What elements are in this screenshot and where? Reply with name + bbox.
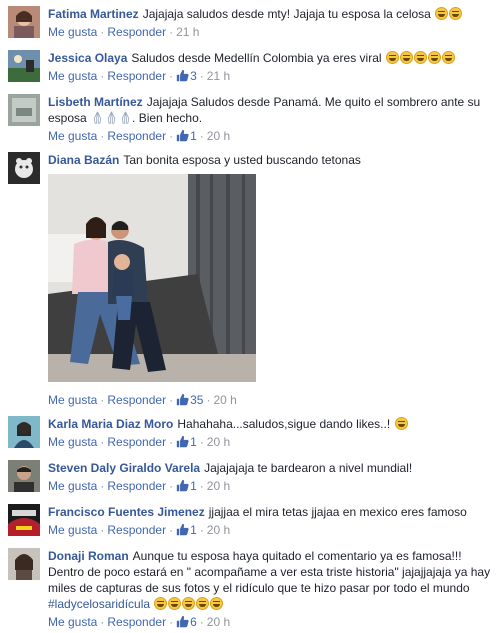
laughing-emoji-icon	[399, 51, 413, 64]
comment-text: Francisco Fuentes Jimenez jjajjaa el mira…	[48, 505, 467, 519]
reply-button[interactable]: Responder	[107, 25, 166, 39]
comment-text: Fatima Martinez Jajajaja saludos desde mt…	[48, 6, 492, 22]
comment-photo[interactable]	[48, 174, 256, 382]
timestamp[interactable]: 20 h	[207, 523, 230, 537]
comment-actions: Me gusta · Responder · 1 · 20 h	[48, 523, 231, 537]
comment-text: Donaji Roman Aunque tu esposa haya quitad…	[48, 549, 491, 611]
comment: Karla Maria Diaz Moro Hahahaha...saludos,…	[0, 414, 500, 454]
comment-author[interactable]: Steven Daly Giraldo Varela	[48, 461, 200, 475]
avatar[interactable]	[8, 416, 40, 448]
praying-hands-icon	[107, 111, 116, 124]
like-button[interactable]: Me gusta	[48, 129, 97, 143]
like-count[interactable]: 1	[176, 479, 197, 493]
laughing-emoji-icon	[182, 597, 196, 610]
avatar[interactable]	[8, 6, 40, 38]
laughing-emoji-icon	[210, 597, 224, 610]
like-count[interactable]: 3	[176, 69, 197, 83]
avatar[interactable]	[8, 460, 40, 492]
laughing-emoji-icon	[196, 597, 210, 610]
comment-text: Karla Maria Diaz Moro Hahahaha...saludos,…	[48, 416, 492, 432]
like-button[interactable]: Me gusta	[48, 615, 97, 629]
thumbs-up-icon	[176, 479, 189, 492]
like-button[interactable]: Me gusta	[48, 523, 97, 537]
timestamp[interactable]: 20 h	[207, 479, 230, 493]
laughing-emoji-icon	[441, 51, 455, 64]
reply-button[interactable]: Responder	[107, 129, 166, 143]
thumbs-up-icon	[176, 615, 189, 628]
comment-actions: Me gusta · Responder · 21 h	[48, 25, 200, 39]
like-button[interactable]: Me gusta	[48, 25, 97, 39]
avatar[interactable]	[8, 50, 40, 82]
like-count[interactable]: 1	[176, 435, 197, 449]
comment: Steven Daly Giraldo Varela Jajajajaja te …	[0, 458, 500, 498]
comment-text: Lisbeth Martínez Jajajaja Saludos desde P…	[48, 95, 481, 125]
comment-author[interactable]: Jessica Olaya	[48, 51, 127, 65]
thumbs-up-icon	[176, 69, 189, 82]
comment-text: Jessica Olaya Saludos desde Medellín Colo…	[48, 50, 492, 66]
comment-actions: Me gusta · Responder · 3 · 21 h	[48, 69, 231, 83]
reply-button[interactable]: Responder	[107, 615, 166, 629]
comment-author[interactable]: Diana Bazán	[48, 153, 119, 167]
like-button[interactable]: Me gusta	[48, 479, 97, 493]
like-button[interactable]: Me gusta	[48, 393, 97, 407]
comment: Diana Bazán Tan bonita esposa y usted bus…	[0, 152, 500, 408]
timestamp[interactable]: 21 h	[176, 25, 199, 39]
thumbs-up-icon	[176, 129, 189, 142]
comment-text: Steven Daly Giraldo Varela Jajajajaja te …	[48, 461, 413, 475]
laughing-emoji-icon	[168, 597, 182, 610]
timestamp[interactable]: 20 h	[207, 615, 230, 629]
comment: Donaji Roman Aunque tu esposa haya quitad…	[0, 546, 500, 632]
comment-author[interactable]: Donaji Roman	[48, 549, 129, 563]
like-button[interactable]: Me gusta	[48, 69, 97, 83]
comment: Lisbeth Martínez Jajajaja Saludos desde P…	[0, 92, 500, 146]
praying-hands-icon	[121, 111, 130, 124]
thumbs-up-icon	[176, 435, 189, 448]
comment-actions: Me gusta · Responder · 35 · 20 h	[48, 393, 237, 407]
like-count[interactable]: 1	[176, 129, 197, 143]
comment: Francisco Fuentes Jimenez jjajjaa el mira…	[0, 502, 500, 542]
comment: Fatima Martinez Jajajaja saludos desde mt…	[0, 4, 500, 44]
comment-actions: Me gusta · Responder · 6 · 20 h	[48, 615, 231, 629]
avatar[interactable]	[8, 94, 40, 126]
reply-button[interactable]: Responder	[107, 393, 166, 407]
comment-actions: Me gusta · Responder · 1 · 20 h	[48, 129, 231, 143]
like-count[interactable]: 6	[176, 615, 197, 629]
reply-button[interactable]: Responder	[107, 69, 166, 83]
timestamp[interactable]: 20 h	[207, 129, 230, 143]
timestamp[interactable]: 20 h	[207, 435, 230, 449]
like-count[interactable]: 35	[176, 393, 203, 407]
laughing-emoji-icon	[427, 51, 441, 64]
reply-button[interactable]: Responder	[107, 435, 166, 449]
laughing-emoji-icon	[385, 51, 399, 64]
thumbs-up-icon	[176, 523, 189, 536]
timestamp[interactable]: 20 h	[213, 393, 236, 407]
laughing-emoji-icon	[154, 597, 168, 610]
laughing-emoji-icon	[449, 7, 463, 20]
comment-author[interactable]: Lisbeth Martínez	[48, 95, 143, 109]
comment-actions: Me gusta · Responder · 1 · 20 h	[48, 435, 231, 449]
reply-button[interactable]: Responder	[107, 479, 166, 493]
comment-author[interactable]: Fatima Martinez	[48, 7, 139, 21]
comment-author[interactable]: Francisco Fuentes Jimenez	[48, 505, 205, 519]
comment-author[interactable]: Karla Maria Diaz Moro	[48, 417, 173, 431]
hashtag-link[interactable]: #ladycelosaridícula	[48, 597, 150, 611]
avatar[interactable]	[8, 152, 40, 184]
timestamp[interactable]: 21 h	[207, 69, 230, 83]
like-button[interactable]: Me gusta	[48, 435, 97, 449]
laughing-emoji-icon	[394, 417, 408, 430]
reply-button[interactable]: Responder	[107, 523, 166, 537]
laughing-emoji-icon	[435, 7, 449, 20]
avatar[interactable]	[8, 548, 40, 580]
comment: Jessica Olaya Saludos desde Medellín Colo…	[0, 48, 500, 86]
thumbs-up-icon	[176, 393, 189, 406]
like-count[interactable]: 1	[176, 523, 197, 537]
comment-actions: Me gusta · Responder · 1 · 20 h	[48, 479, 231, 493]
comment-list: Fatima Martinez Jajajaja saludos desde mt…	[0, 0, 500, 633]
avatar[interactable]	[8, 504, 40, 536]
comment-text: Diana Bazán Tan bonita esposa y usted bus…	[48, 153, 361, 167]
laughing-emoji-icon	[413, 51, 427, 64]
praying-hands-icon	[93, 111, 102, 124]
